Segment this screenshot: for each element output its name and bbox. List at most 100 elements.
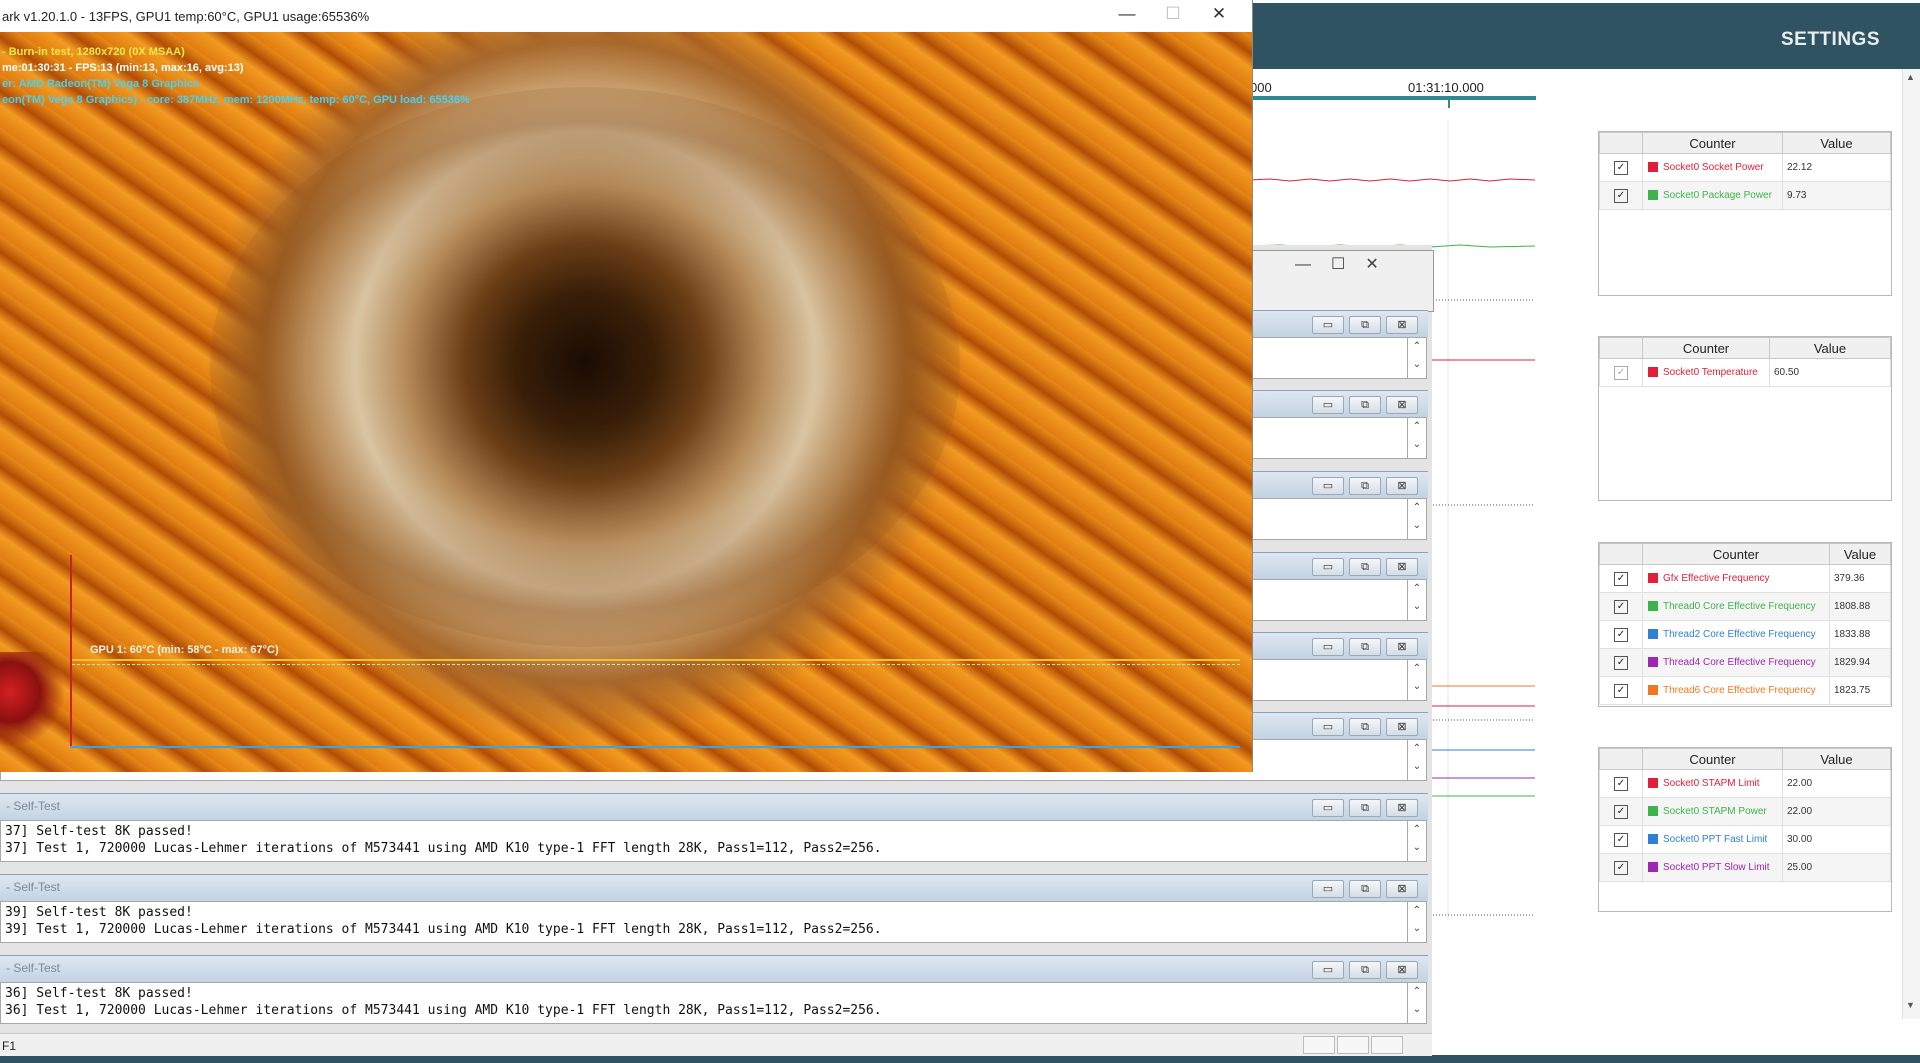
worker-restore-button[interactable]: ⧉ <box>1349 638 1381 656</box>
worker-restore-button[interactable]: ⧉ <box>1349 880 1381 898</box>
worker-minimize-button[interactable]: ▭ <box>1312 961 1344 979</box>
worker-close-button[interactable]: ⊠ <box>1386 880 1418 898</box>
maximize-icon[interactable]: ☐ <box>1331 256 1365 273</box>
chevron-up-icon[interactable]: ⌃ <box>1413 663 1421 674</box>
close-icon[interactable]: ✕ <box>1196 4 1242 24</box>
worker-title-bar[interactable]: - Self-Test ▭ ⧉ ⊠ <box>0 874 1428 901</box>
worker-close-button[interactable]: ⊠ <box>1386 638 1418 656</box>
worker-title-bar[interactable]: - Self-Test ▭ ⧉ ⊠ <box>0 955 1428 982</box>
worker-pane: - Self-Test ▭ ⧉ ⊠ 36] Self-test 8K passed! 36… <box>0 955 1428 1035</box>
chevron-down-icon[interactable]: ⌄ <box>1413 681 1421 692</box>
maximize-icon[interactable]: ☐ <box>1150 4 1196 24</box>
prime95-window-controls: —☐✕ <box>1295 254 1399 274</box>
worker-minimize-button[interactable]: ▭ <box>1312 799 1344 817</box>
worker-close-button[interactable]: ⊠ <box>1386 718 1418 736</box>
chevron-up-icon[interactable]: ⌃ <box>1413 341 1421 352</box>
chevron-down-icon[interactable]: ⌄ <box>1413 1004 1421 1015</box>
worker-close-button[interactable]: ⊠ <box>1386 558 1418 576</box>
worker-log[interactable]: 39] Self-test 8K passed! 39] Test 1, 7200… <box>0 901 1408 943</box>
row-checkbox[interactable]: ✓ <box>1614 832 1628 847</box>
chevron-up-icon[interactable]: ⌃ <box>1413 905 1421 916</box>
scroll-up-arrow-icon[interactable]: ▲ <box>1906 72 1915 82</box>
counter-name: Socket0 PPT Fast Limit <box>1663 833 1768 845</box>
worker-minimize-button[interactable]: ▭ <box>1312 880 1344 898</box>
worker-minimize-button[interactable]: ▭ <box>1312 558 1344 576</box>
row-checkbox[interactable]: ✓ <box>1614 804 1628 819</box>
row-checkbox[interactable]: ✓ <box>1614 599 1628 614</box>
log-line: 37] Self-test 8K passed! <box>5 824 193 839</box>
color-swatch <box>1648 573 1658 584</box>
worker-close-button[interactable]: ⊠ <box>1386 799 1418 817</box>
chevron-up-icon[interactable]: ⌃ <box>1413 743 1421 754</box>
chevron-up-icon[interactable]: ⌃ <box>1413 583 1421 594</box>
minimize-icon[interactable]: — <box>1104 4 1150 24</box>
worker-restore-button[interactable]: ⧉ <box>1349 477 1381 495</box>
timeline-bar[interactable] <box>1250 96 1536 100</box>
worker-close-button[interactable]: ⊠ <box>1386 396 1418 414</box>
counter-row: ✓ Socket0 PPT Slow Limit 25.00 <box>1599 853 1891 882</box>
row-checkbox[interactable]: ✓ <box>1614 860 1628 875</box>
row-checkbox[interactable]: ✓ <box>1614 776 1628 791</box>
temp-graph-label: GPU 1: 60°C (min: 58°C - max: 67°C) <box>90 644 279 656</box>
chevron-down-icon[interactable]: ⌄ <box>1413 761 1421 772</box>
row-checkbox[interactable]: ✓ <box>1614 627 1628 642</box>
color-swatch <box>1648 806 1658 817</box>
timeline[interactable]: 000 01:31:10.000 <box>1250 80 1540 120</box>
worker-log[interactable]: 37] Self-test 8K passed! 37] Test 1, 7200… <box>0 820 1408 862</box>
worker-scrollbar[interactable]: ⌃ ⌄ <box>1407 739 1427 781</box>
worker-restore-button[interactable]: ⧉ <box>1349 316 1381 334</box>
worker-restore-button[interactable]: ⧉ <box>1349 961 1381 979</box>
row-checkbox[interactable]: ✓ <box>1614 188 1628 203</box>
chevron-down-icon[interactable]: ⌄ <box>1413 842 1421 853</box>
chevron-up-icon[interactable]: ⌃ <box>1413 986 1421 997</box>
worker-scrollbar[interactable]: ⌃ ⌄ <box>1407 901 1427 943</box>
row-checkbox[interactable]: ✓ <box>1614 655 1628 670</box>
worker-scrollbar[interactable]: ⌃ ⌄ <box>1407 337 1427 379</box>
counter-name: Socket0 Socket Power <box>1663 161 1764 173</box>
row-checkbox[interactable]: ✓ <box>1614 683 1628 698</box>
worker-scrollbar[interactable]: ⌃ ⌄ <box>1407 820 1427 862</box>
color-swatch <box>1648 162 1658 173</box>
worker-scrollbar[interactable]: ⌃ ⌄ <box>1407 982 1427 1024</box>
worker-minimize-button[interactable]: ▭ <box>1312 396 1344 414</box>
chevron-down-icon[interactable]: ⌄ <box>1413 923 1421 934</box>
amd-scrollbar[interactable] <box>1902 69 1920 1019</box>
worker-restore-button[interactable]: ⧉ <box>1349 799 1381 817</box>
counter-row: ✓ Thread6 Core Effective Frequency 1823.… <box>1599 676 1891 705</box>
worker-log[interactable]: 36] Self-test 8K passed! 36] Test 1, 7200… <box>0 982 1408 1024</box>
worker-close-button[interactable]: ⊠ <box>1386 477 1418 495</box>
worker-restore-button[interactable]: ⧉ <box>1349 558 1381 576</box>
chevron-up-icon[interactable]: ⌃ <box>1413 421 1421 432</box>
worker-minimize-button[interactable]: ▭ <box>1312 477 1344 495</box>
worker-title-bar[interactable]: - Self-Test ▭ ⧉ ⊠ <box>0 793 1428 820</box>
chevron-down-icon[interactable]: ⌄ <box>1413 359 1421 370</box>
chevron-down-icon[interactable]: ⌄ <box>1413 520 1421 531</box>
row-checkbox[interactable]: ✓ <box>1614 571 1628 586</box>
worker-pane: - Self-Test ▭ ⧉ ⊠ 39] Self-test 8K passed! 39… <box>0 874 1428 954</box>
worker-scrollbar[interactable]: ⌃ ⌄ <box>1407 417 1427 459</box>
worker-scrollbar[interactable]: ⌃ ⌄ <box>1407 498 1427 540</box>
worker-minimize-button[interactable]: ▭ <box>1312 638 1344 656</box>
worker-scrollbar[interactable]: ⌃ ⌄ <box>1407 579 1427 621</box>
close-icon[interactable]: ✕ <box>1365 256 1398 273</box>
settings-link[interactable]: SETTINGS <box>1781 29 1880 51</box>
worker-restore-button[interactable]: ⧉ <box>1349 396 1381 414</box>
worker-close-button[interactable]: ⊠ <box>1386 316 1418 334</box>
minimize-icon[interactable]: — <box>1295 256 1331 273</box>
chevron-up-icon[interactable]: ⌃ <box>1413 824 1421 835</box>
worker-minimize-button[interactable]: ▭ <box>1312 718 1344 736</box>
counter-value: 60.50 <box>1769 358 1891 387</box>
worker-minimize-button[interactable]: ▭ <box>1312 316 1344 334</box>
scroll-down-arrow-icon[interactable]: ▼ <box>1906 1000 1915 1010</box>
worker-scrollbar[interactable]: ⌃ ⌄ <box>1407 659 1427 701</box>
worker-restore-button[interactable]: ⧉ <box>1349 718 1381 736</box>
furmark-title-bar[interactable]: ark v1.20.1.0 - 13FPS, GPU1 temp:60°C, G… <box>0 0 1252 32</box>
row-checkbox[interactable]: ✓ <box>1614 365 1628 380</box>
chevron-down-icon[interactable]: ⌄ <box>1413 439 1421 450</box>
chevron-up-icon[interactable]: ⌃ <box>1413 502 1421 513</box>
worker-close-button[interactable]: ⊠ <box>1386 961 1418 979</box>
timeline-marker[interactable] <box>1448 98 1450 108</box>
chevron-down-icon[interactable]: ⌄ <box>1413 601 1421 612</box>
row-checkbox[interactable]: ✓ <box>1614 160 1628 175</box>
osd-line-test: - Burn-in test, 1280x720 (0X MSAA) <box>2 46 185 58</box>
